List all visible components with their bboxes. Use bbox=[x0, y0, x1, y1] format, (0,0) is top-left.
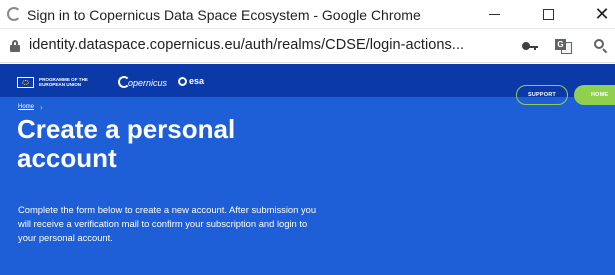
esa-logo-text: esa bbox=[189, 76, 205, 86]
window-title: Sign in to Copernicus Data Space Ecosyst… bbox=[27, 7, 421, 23]
close-icon: ✕ bbox=[594, 4, 610, 24]
translate-icon[interactable]: G bbox=[555, 39, 573, 55]
key-icon[interactable] bbox=[522, 42, 538, 50]
maximize-button[interactable] bbox=[525, 0, 571, 29]
page-description: Complete the form below to create a new … bbox=[18, 204, 317, 243]
esa-ring-icon bbox=[178, 77, 187, 86]
minimize-icon bbox=[488, 14, 500, 15]
address-bar[interactable]: identity.dataspace.copernicus.eu/auth/re… bbox=[0, 29, 615, 63]
zoom-icon[interactable] bbox=[594, 39, 608, 54]
breadcrumb-chevron-icon: › bbox=[40, 103, 43, 112]
breadcrumb-home[interactable]: Home bbox=[18, 104, 34, 110]
home-button[interactable]: HOME bbox=[574, 85, 615, 105]
window-titlebar: Sign in to Copernicus Data Space Ecosyst… bbox=[0, 0, 615, 29]
url-text[interactable]: identity.dataspace.copernicus.eu/auth/re… bbox=[29, 37, 464, 53]
loading-icon bbox=[7, 7, 21, 21]
close-button[interactable]: ✕ bbox=[579, 0, 615, 29]
support-button[interactable]: SUPPORT bbox=[516, 85, 568, 105]
eu-flag-icon bbox=[17, 77, 34, 88]
copernicus-logo-text: opernicus bbox=[128, 78, 168, 88]
maximize-icon bbox=[542, 9, 554, 20]
lock-icon[interactable] bbox=[10, 40, 20, 52]
page-content: PROGRAMME OF THE EUROPEAN UNION opernicu… bbox=[0, 64, 615, 275]
minimize-button[interactable] bbox=[471, 0, 517, 29]
page-title: Create a personal account bbox=[17, 114, 236, 173]
eu-programme-label: PROGRAMME OF THE EUROPEAN UNION bbox=[39, 77, 88, 87]
